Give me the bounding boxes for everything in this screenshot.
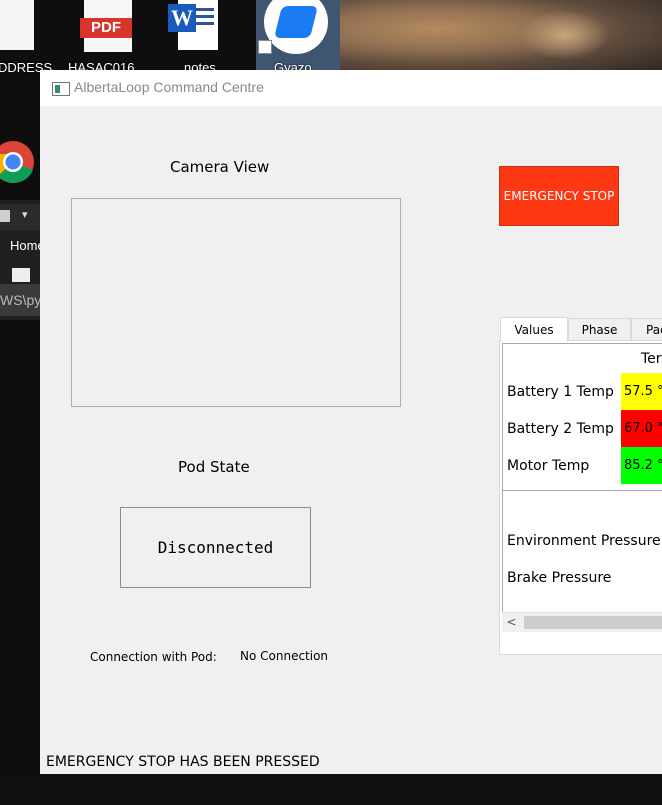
- row-label-battery-2-temp: Battery 2 Temp: [507, 421, 614, 437]
- value-cell-battery-2-temp[interactable]: 67.0 °: [621, 410, 662, 447]
- column-header-temperature[interactable]: Ter: [621, 344, 662, 372]
- chevron-down-icon[interactable]: ▾: [22, 208, 28, 221]
- gyazo-icon: [264, 0, 328, 54]
- row-label-motor-temp: Motor Temp: [507, 458, 590, 474]
- value-cell-motor-temp[interactable]: 85.2 °: [621, 447, 662, 484]
- connection-status: No Connection: [240, 649, 329, 663]
- word-badge: W: [168, 4, 196, 32]
- desktop-icon-address[interactable]: DDRESS: [0, 0, 56, 75]
- desktop-icon-gyazo[interactable]: Gyazo: [256, 0, 340, 75]
- app-window-icon: [52, 82, 70, 96]
- tab-values[interactable]: Values: [500, 317, 568, 342]
- camera-view-title: Camera View: [170, 158, 270, 176]
- tab-pack[interactable]: Pac: [631, 318, 662, 340]
- shortcut-arrow-icon: [258, 40, 272, 54]
- desktop-icon-word[interactable]: W notes: [166, 0, 226, 75]
- row-label-environment-pressure: Environment Pressure: [507, 533, 661, 549]
- connection-label: Connection with Pod:: [90, 650, 217, 664]
- background-window-slice: ▾ Home WS\py: [0, 200, 45, 320]
- row-label-battery-1-temp: Battery 1 Temp: [507, 384, 614, 400]
- document-icon: [0, 0, 34, 50]
- pdf-badge: PDF: [80, 18, 132, 38]
- status-bar-message: EMERGENCY STOP HAS BEEN PRESSED: [46, 754, 320, 770]
- horizontal-scrollbar[interactable]: <: [502, 612, 662, 632]
- background-window-path: WS\py: [0, 284, 40, 316]
- word-line-icon: [196, 22, 214, 25]
- tab-phase[interactable]: Phase: [568, 318, 631, 340]
- scrollbar-thumb[interactable]: [524, 616, 662, 629]
- emergency-stop-button[interactable]: EMERGENCY STOP: [499, 166, 619, 226]
- word-line-icon: [196, 8, 214, 11]
- row-label-brake-pressure: Brake Pressure: [507, 570, 612, 586]
- camera-view-frame: [71, 198, 401, 407]
- pod-state-display: Disconnected: [120, 507, 311, 588]
- pressure-table: Environment Pressure Brake Pressure: [502, 491, 662, 632]
- scroll-left-arrow-icon[interactable]: <: [502, 613, 521, 632]
- window-title: AlbertaLoop Command Centre: [74, 79, 264, 95]
- folder-icon: [0, 210, 10, 222]
- background-window-toolbar: ▾: [0, 204, 40, 230]
- app-window: AlbertaLoop Command Centre Camera View P…: [40, 70, 662, 774]
- taskbar: [0, 774, 662, 805]
- title-bar[interactable]: AlbertaLoop Command Centre: [40, 70, 662, 106]
- word-line-icon: [196, 15, 214, 18]
- desktop-icon-pdf[interactable]: PDF HASAC016: [68, 0, 140, 75]
- chrome-icon[interactable]: [0, 132, 36, 188]
- document-icon: [12, 268, 30, 282]
- pod-state-title: Pod State: [178, 458, 250, 476]
- value-cell-battery-1-temp[interactable]: 57.5 °: [621, 373, 662, 410]
- tab-bar: Values Phase Pac: [500, 317, 662, 342]
- wallpaper-image: [340, 0, 662, 72]
- temperature-table: Ter Battery 1 Temp 57.5 ° Battery 2 Temp…: [502, 343, 662, 491]
- gyazo-logo-icon: [274, 6, 318, 38]
